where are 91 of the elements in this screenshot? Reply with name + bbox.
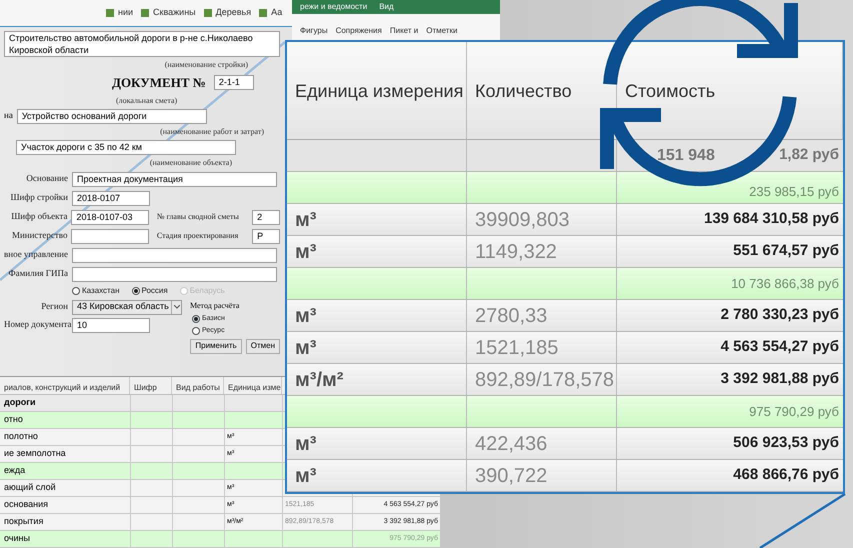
- table-cell-text: дороги: [3, 396, 36, 410]
- text-field[interactable]: 2-1-1: [214, 75, 254, 90]
- table-cell-text: 4 563 554,27 руб: [720, 337, 839, 358]
- caption: (наименование объекта): [150, 156, 233, 168]
- dropdown[interactable]: 43 Кировская область: [72, 300, 182, 314]
- text-field[interactable]: Проектная документация: [72, 172, 277, 186]
- caption: (наименование работ и затрат): [160, 126, 265, 138]
- table-cell-text: ающий слой: [3, 481, 57, 494]
- table-cell-text: 3 392 981,88 руб: [720, 369, 839, 390]
- table-cell-text: 2 780 330,23 руб: [720, 305, 839, 326]
- table-cell-text: отно: [3, 413, 24, 426]
- text-field[interactable]: Строительство автомобильной дороги в р-не с.Николаево Кировской области: [4, 31, 280, 57]
- table-cell-text: 1149,322: [475, 240, 557, 264]
- table-cell-text: ежда: [3, 464, 26, 478]
- table-cell-text: м³: [295, 432, 316, 456]
- field-label: Метод расчёта: [190, 300, 240, 312]
- table-cell-text: 1521,185: [475, 336, 558, 360]
- text-field[interactable]: [72, 266, 277, 282]
- field-label: Основание: [25, 172, 68, 186]
- field-label: Фамилия ГИПа: [7, 267, 68, 280]
- table-cell-text: 39909,803: [475, 208, 570, 232]
- ribbon-button[interactable]: Фигуры: [300, 25, 328, 37]
- column-header[interactable]: Количество: [467, 42, 617, 139]
- ribbon-button[interactable]: Пикет и: [390, 25, 418, 37]
- table-cell-text: м³: [295, 304, 316, 328]
- column-header[interactable]: риалов, конструкций и изделий: [0, 377, 130, 394]
- text-field[interactable]: 2018-0107-03: [71, 210, 149, 224]
- ribbon-button[interactable]: Скважины: [141, 6, 196, 20]
- column-header[interactable]: Вид работы: [172, 377, 224, 394]
- column-header[interactable]: Стоимость: [617, 42, 843, 139]
- table-cell-text: 892,89/178,578: [475, 368, 614, 392]
- text-field[interactable]: 10: [72, 318, 150, 332]
- square-icon: [141, 9, 150, 17]
- table-cell-text: 1,82 руб: [779, 145, 839, 166]
- field-label: Регион: [40, 300, 68, 314]
- radio-option[interactable]: Казахстан: [72, 285, 120, 297]
- column-header[interactable]: Шифр: [130, 377, 172, 394]
- column-header[interactable]: Единица изме: [224, 377, 282, 394]
- ribbon-tab[interactable]: Вид: [379, 1, 394, 13]
- table-cell-text: 506 923,53 руб: [733, 433, 839, 454]
- table-cell-text: м³: [295, 336, 316, 360]
- field-label: № главы сводной сметы: [156, 211, 240, 223]
- table-cell-text: 151 948: [657, 146, 715, 166]
- ribbon-button[interactable]: Сопряжения: [336, 25, 382, 37]
- field-label: Шифр объекта: [10, 210, 68, 224]
- document-heading: ДОКУМЕНТ №: [112, 74, 206, 92]
- ribbon-button[interactable]: Деревья: [204, 6, 252, 20]
- table-cell-text: 2780,33: [475, 304, 548, 328]
- square-icon: [204, 9, 212, 17]
- table-cell-text: полотно: [3, 430, 39, 444]
- table-cell-text: 422,436: [475, 432, 548, 456]
- dialog-button[interactable]: Отмен: [246, 338, 280, 354]
- caption: (наименование стройки): [164, 59, 249, 71]
- table-cell-text: ие земполотна: [3, 447, 67, 460]
- text-field[interactable]: [71, 228, 149, 244]
- field-label: Министерство: [10, 229, 68, 242]
- text-field[interactable]: 2018-0107: [72, 190, 150, 206]
- table-cell-text: 975 790,29 руб: [749, 402, 839, 421]
- table-cell-text: покрытия: [3, 515, 44, 528]
- table-cell-text: 468 866,76 руб: [733, 465, 839, 486]
- square-icon: [106, 9, 114, 17]
- text-field[interactable]: 2: [252, 210, 280, 224]
- text-field[interactable]: Участок дороги с 35 по 42 км: [16, 140, 236, 154]
- ribbon-tab[interactable]: режи и ведомости: [300, 1, 368, 13]
- field-label: на: [4, 109, 13, 122]
- radio-option[interactable]: Россия: [132, 285, 168, 297]
- text-field[interactable]: [72, 248, 277, 262]
- table-cell-text: 390,722: [475, 464, 548, 488]
- ribbon-button[interactable]: нии: [106, 6, 134, 20]
- table-cell-text: м³/м²: [295, 368, 344, 392]
- ribbon-button[interactable]: Аа: [259, 6, 282, 20]
- table-cell-text: 235 985,15 руб: [749, 182, 839, 201]
- table-cell-text: 551 674,57 руб: [733, 241, 839, 262]
- table-cell-text: м³: [295, 464, 316, 488]
- column-header[interactable]: Единица измерения: [287, 42, 467, 139]
- ribbon-button[interactable]: Отметки: [426, 25, 458, 37]
- table-cell-text: 139 684 310,58 руб: [704, 209, 839, 230]
- dialog-button[interactable]: Применить: [190, 338, 242, 354]
- field-label: вное управление: [4, 248, 68, 262]
- table-cell-text: 10 736 866,38 руб: [731, 274, 839, 293]
- caption: (локальная смета): [115, 94, 178, 106]
- table-cell-text: м³: [295, 208, 316, 232]
- table-cell-text: очины: [3, 532, 31, 546]
- table-cell-text: м³: [295, 240, 316, 264]
- field-label: Стадия проектирования: [156, 230, 240, 242]
- square-icon: [259, 9, 268, 17]
- field-label: Шифр стройки: [9, 191, 68, 204]
- table-cell-text: основания: [3, 498, 50, 512]
- caret-icon: [174, 305, 180, 309]
- text-field[interactable]: Р: [252, 228, 280, 244]
- text-field[interactable]: Устройство оснований дороги: [16, 108, 207, 124]
